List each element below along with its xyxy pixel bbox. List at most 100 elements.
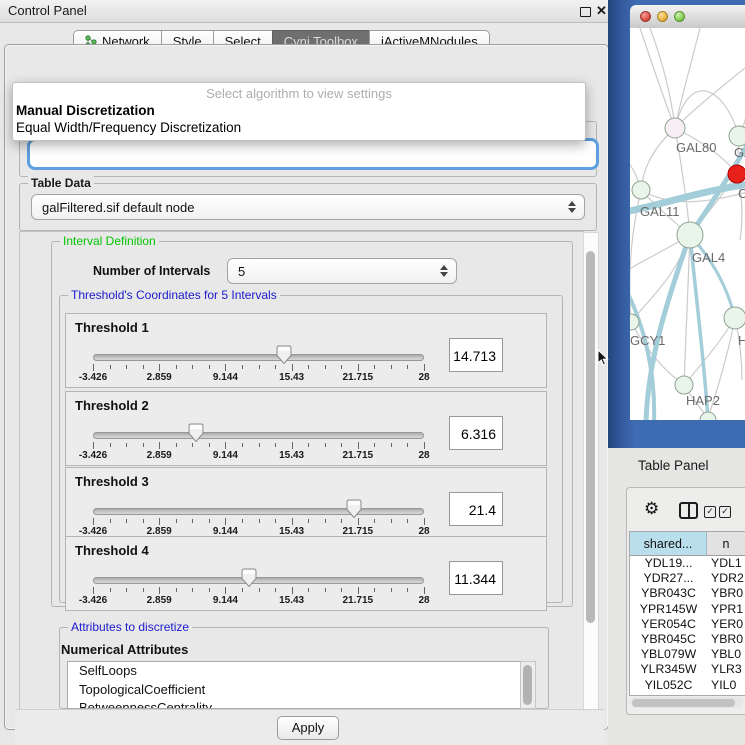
number-of-intervals-select[interactable]: 5 (227, 258, 457, 284)
table-cell[interactable]: YBR0 (707, 586, 745, 601)
slider-thumb[interactable] (188, 423, 204, 443)
threshold-value-field[interactable]: 14.713 (449, 338, 503, 372)
slider-tick (308, 519, 309, 523)
attribute-list-item[interactable]: SelfLoops (68, 662, 521, 681)
node-label: HAP2 (686, 393, 720, 408)
node-gal80[interactable] (665, 118, 685, 138)
control-panel-title: Control Panel (8, 3, 87, 18)
split-columns-icon[interactable] (679, 502, 698, 519)
network-edge (640, 28, 675, 128)
threshold-value-field[interactable]: 6.316 (449, 416, 503, 450)
slider-tick (110, 365, 111, 369)
checkbox-icon[interactable]: ✓ (704, 506, 716, 518)
popup-option-equal-width[interactable]: Equal Width/Frequency Discretization (16, 120, 241, 135)
main-scrollbar[interactable] (583, 232, 599, 710)
column-header-shared-name[interactable]: shared... (630, 532, 707, 556)
app-root: Control Panel ✕ NetworkStyleSelectCyni T… (0, 0, 745, 745)
table-row[interactable]: YBR045CYBR0 (630, 632, 745, 647)
table-row[interactable]: YLR345WYLR3 (630, 662, 745, 677)
network-window-titlebar[interactable] (630, 5, 745, 29)
table-row[interactable]: YDL19...YDL1 (630, 556, 745, 571)
zoom-traffic-light-icon[interactable] (674, 11, 685, 22)
table-row[interactable]: YBR043CYBR0 (630, 586, 745, 601)
checkbox-icon[interactable]: ✓ (719, 506, 731, 518)
slider-tick (358, 518, 359, 525)
node-hap2[interactable] (675, 376, 693, 394)
table-row[interactable]: YDR27...YDR2 (630, 571, 745, 586)
table-cell[interactable]: YBR045C (630, 632, 707, 647)
table-panel-title: Table Panel (638, 458, 709, 473)
slider-tick-label: 15.43 (279, 450, 304, 461)
table-cell[interactable]: YBR043C (630, 586, 707, 601)
threshold-label: Threshold 3 (75, 474, 149, 489)
table-cell[interactable]: YBL079W (630, 647, 707, 662)
column-header-name[interactable]: n (707, 532, 745, 556)
threshold-value-field[interactable]: 21.4 (449, 492, 503, 526)
slider-thumb[interactable] (346, 499, 362, 519)
attribute-list-item[interactable]: TopologicalCoefficient (68, 681, 521, 700)
table-data-select[interactable]: galFiltered.sif default node (31, 194, 585, 220)
slider-thumb[interactable] (276, 345, 292, 365)
table-cell[interactable]: YBR0 (707, 632, 745, 647)
table-data-selected-value: galFiltered.sif default node (42, 200, 194, 215)
table-cell[interactable]: YER0 (707, 617, 745, 632)
table-row[interactable]: YIL052CYIL0 (630, 678, 745, 693)
node-h[interactable] (724, 307, 745, 329)
table-cell[interactable]: YIL052C (630, 678, 707, 693)
node-label: GCY1 (630, 333, 665, 348)
node-gal4[interactable] (677, 222, 703, 248)
table-row[interactable]: YBL079WYBL0 (630, 647, 745, 662)
scrollbar-thumb[interactable] (586, 251, 595, 623)
node-attribute-table[interactable]: shared...nYDL19...YDL1YDR27...YDR2YBR043… (629, 531, 745, 696)
table-cell[interactable]: YLR3 (707, 662, 745, 677)
slider-track[interactable] (93, 508, 424, 515)
combo-arrows-icon[interactable] (568, 201, 576, 213)
node-top-right[interactable] (729, 126, 745, 146)
slider-track[interactable] (93, 354, 424, 361)
table-horizontal-scrollbar[interactable] (630, 697, 743, 708)
slider-track[interactable] (93, 577, 424, 584)
gear-icon[interactable]: ⚙ (644, 500, 659, 517)
attributes-list-scrollbar[interactable] (520, 661, 536, 709)
slider-tick (192, 443, 193, 447)
slider-tick (275, 443, 276, 447)
threshold-value-field[interactable]: 11.344 (449, 561, 503, 595)
slider-thumb[interactable] (241, 568, 257, 588)
table-cell[interactable]: YPR1 (707, 602, 745, 617)
table-cell[interactable]: YBL0 (707, 647, 745, 662)
network-view-canvas[interactable]: GAL80GACGAL11GAL4GCY1HHAP2 (630, 28, 745, 420)
table-row[interactable]: YPR145WYPR1 (630, 602, 745, 617)
table-row[interactable]: YER054CYER0 (630, 617, 745, 632)
float-window-icon[interactable] (580, 7, 591, 17)
close-traffic-light-icon[interactable] (640, 11, 651, 22)
node-bottom[interactable] (700, 412, 716, 420)
table-cell[interactable]: YDR2 (707, 571, 745, 586)
slider-tick-label: 28 (418, 450, 429, 461)
threshold-item-1: Threshold 1-3.4262.8599.14415.4321.71528… (65, 313, 547, 388)
algorithm-select[interactable] (27, 138, 599, 170)
slider-tick (407, 519, 408, 523)
apply-button[interactable]: Apply (277, 716, 339, 740)
threshold-label: Threshold 2 (75, 398, 149, 413)
table-cell[interactable]: YDL19... (630, 556, 707, 571)
attribute-list-item[interactable]: BetweennessCentrality (68, 699, 521, 709)
node-red[interactable] (728, 165, 745, 183)
node-gal11[interactable] (632, 181, 650, 199)
scrollbar-thumb[interactable] (523, 665, 532, 705)
combo-arrows-icon[interactable] (440, 265, 448, 277)
minimize-traffic-light-icon[interactable] (657, 11, 668, 22)
slider-track[interactable] (93, 432, 424, 439)
scrollbar-thumb[interactable] (632, 699, 735, 707)
table-cell[interactable]: YER054C (630, 617, 707, 632)
popup-option-manual-discretization[interactable]: Manual Discretization (16, 103, 155, 118)
table-cell[interactable]: YDL1 (707, 556, 745, 571)
table-cell[interactable]: YLR345W (630, 662, 707, 677)
close-icon[interactable]: ✕ (596, 3, 607, 19)
slider-tick (126, 365, 127, 369)
table-cell[interactable]: YDR27... (630, 571, 707, 586)
numerical-attributes-list[interactable]: SelfLoopsTopologicalCoefficientBetweenne… (67, 661, 522, 709)
table-cell[interactable]: YPR145W (630, 602, 707, 617)
table-cell[interactable]: YIL0 (707, 678, 745, 693)
slider-tick (259, 588, 260, 592)
threshold-item-4: Threshold 4-3.4262.8599.14415.4321.71528… (65, 536, 547, 611)
